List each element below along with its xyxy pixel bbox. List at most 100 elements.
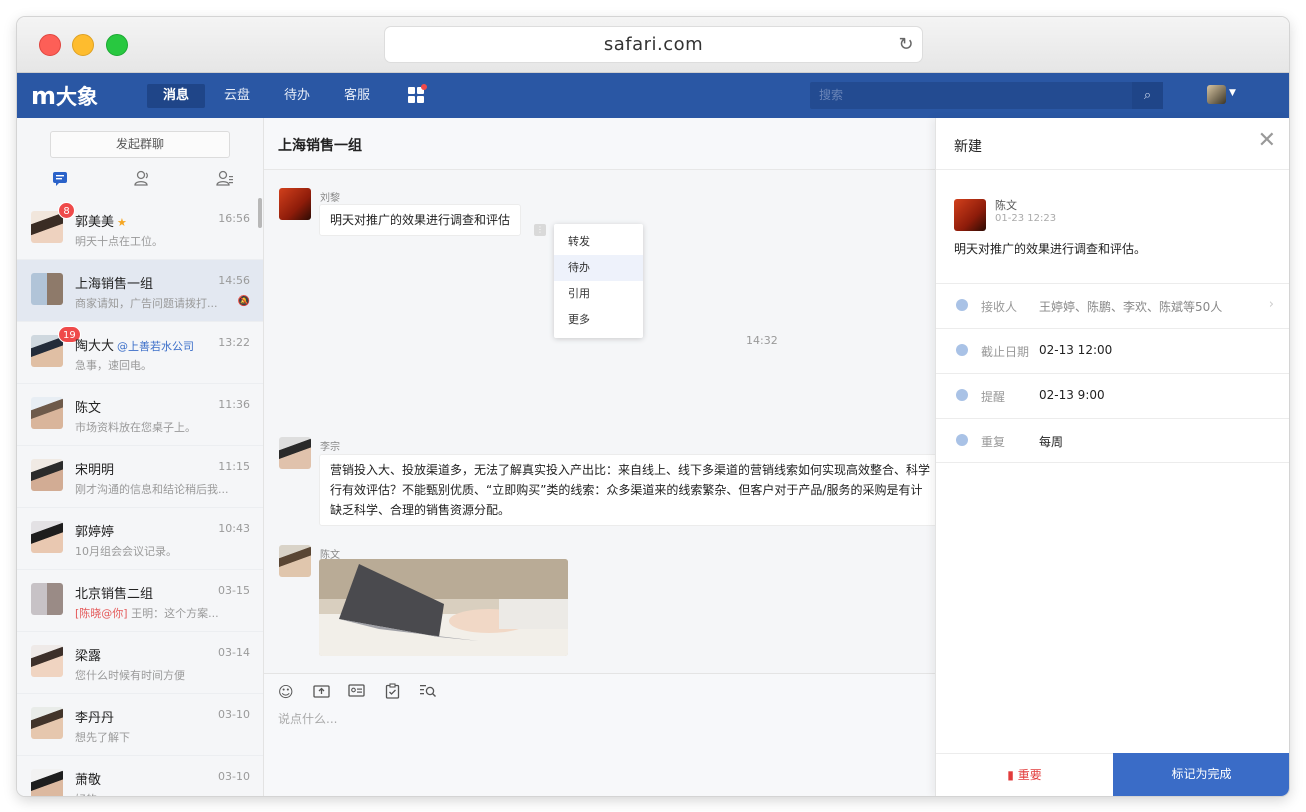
todo-content: 明天对推广的效果进行调查和评估。 (954, 242, 1147, 256)
clipboard-todo-icon[interactable] (385, 683, 400, 703)
search-input[interactable]: 搜索 (810, 82, 1163, 109)
conversation-item[interactable]: 上海销售一组 14:56 商家请知，广告问题请拨打... 🔕 (17, 260, 263, 322)
menu-item-more[interactable]: 更多 (554, 307, 643, 333)
conversation-time: 16:56 (218, 212, 250, 225)
conversation-preview: [陈晓@你] 王明：这个方案... (75, 605, 219, 621)
conversation-item[interactable]: 8 郭美美 ★ 16:56 明天十点在工位。 (17, 198, 263, 260)
search-icon[interactable]: ⌕ (1132, 82, 1163, 109)
avatar[interactable] (279, 188, 311, 220)
conversation-name: 上海销售一组 (75, 277, 154, 292)
people-icon (956, 299, 968, 311)
menu-item-forward[interactable]: 转发 (554, 229, 643, 255)
conversation-name: 宋明明 (75, 463, 115, 478)
conversation-item[interactable]: 宋明明 11:15 刚才沟通的信息和结论稍后我... (17, 446, 263, 508)
conversation-name: 梁露 (75, 649, 102, 664)
reminder-field[interactable]: 提醒 02-13 9:00 (936, 373, 1289, 418)
message-more-icon[interactable]: ⋮ (534, 224, 546, 236)
close-icon[interactable]: ✕ (1258, 130, 1276, 152)
tab-customer-service[interactable]: 客服 (335, 84, 379, 108)
business-card-icon[interactable] (348, 683, 365, 702)
conversation-item[interactable]: 陈文 11:36 市场资料放在您桌子上。 (17, 384, 263, 446)
new-todo-panel: 新建 ✕ 陈文 01-23 12:23 明天对推广的效果进行调查和评估。 接收人… (935, 118, 1289, 796)
tab-messages[interactable]: 消息 (147, 84, 205, 108)
conversation-time: 03-14 (218, 646, 250, 659)
zoom-window-button[interactable] (106, 34, 128, 56)
minimize-window-button[interactable] (72, 34, 94, 56)
message-line: 营销投入大、投放渠道多，无法了解真实投入产出比：来自线上、线下多渠道的营销线索如… (330, 463, 931, 477)
avatar (31, 459, 63, 491)
field-value: 每周 (1039, 435, 1064, 449)
chat-area: 上海销售一组 刘黎 明天对推广的效果进行调查和评估 ⋮ 转发 待办 引用 更多 … (264, 118, 935, 796)
organization-tag: @上善若水公司 (117, 340, 195, 353)
chevron-down-icon[interactable]: ▼ (1229, 88, 1236, 98)
tab-todo[interactable]: 待办 (275, 84, 319, 108)
user-avatar[interactable] (1207, 85, 1226, 104)
message-bubble[interactable]: 营销投入大、投放渠道多，无法了解真实投入产出比：来自线上、线下多渠道的营销线索如… (319, 454, 935, 526)
message-bubble[interactable]: 明天对推广的效果进行调查和评估 (319, 204, 522, 236)
avatar (31, 707, 63, 739)
conversation-preview: 明天十点在工位。 (75, 235, 163, 248)
message-line: 缺乏科学、合理的销售资源分配。 (330, 503, 511, 517)
conversation-item[interactable]: 北京销售二组 03-15 [陈晓@你] 王明：这个方案... (17, 570, 263, 632)
bookmark-icon: ▮ (1007, 768, 1014, 782)
conversation-item[interactable]: 萧敬 03-10 好的 (17, 756, 263, 796)
sidebar-scrollbar[interactable] (258, 198, 262, 228)
message-sender: 李宗 (320, 442, 340, 453)
tab-cloud-drive[interactable]: 云盘 (215, 84, 259, 108)
app-logo[interactable]: m 大象 (31, 81, 98, 111)
conversation-time: 03-15 (218, 584, 250, 597)
clock-icon (956, 344, 968, 356)
repeat-field[interactable]: 重复 每周 (936, 418, 1289, 463)
conversation-item[interactable]: 郭婷婷 10:43 10月组会会议记录。 (17, 508, 263, 570)
emoji-icon[interactable]: ☺ (278, 683, 294, 701)
avatar[interactable] (279, 437, 311, 469)
mark-complete-button[interactable]: 标记为完成 (1113, 753, 1289, 796)
contacts-icon[interactable] (127, 170, 157, 192)
address-bar[interactable]: safari.com ↻ (385, 27, 922, 62)
conversation-item[interactable]: 梁露 03-14 您什么时候有时间方便 (17, 632, 263, 694)
close-window-button[interactable] (39, 34, 61, 56)
conversation-time: 11:15 (218, 460, 250, 473)
browser-window: safari.com ↻ m 大象 消息 云盘 待办 客服 搜索 ⌕ ▼ 发起群… (17, 17, 1289, 796)
conversation-time: 11:36 (218, 398, 250, 411)
chat-bubble-icon[interactable] (45, 170, 75, 192)
deadline-field[interactable]: 截止日期 02-13 12:00 (936, 328, 1289, 373)
start-group-chat-button[interactable]: 发起群聊 (50, 131, 230, 158)
conversation-preview: 市场资料放在您桌子上。 (75, 421, 196, 434)
star-icon: ★ (117, 216, 127, 229)
menu-item-quote[interactable]: 引用 (554, 281, 643, 307)
message-line: 行有效评估？不能甄别优质、“立即购买”类的线索：众多渠道来的线索繁杂、但客户对于… (330, 483, 923, 497)
field-label: 重复 (981, 435, 1006, 449)
search-history-icon[interactable] (419, 683, 437, 702)
conversation-preview: 想先了解下 (75, 731, 130, 744)
avatar (31, 397, 63, 429)
avatar (31, 335, 63, 367)
recipients-field[interactable]: 接收人 王婷婷、陈鹏、李欢、陈斌等50人 › (936, 283, 1289, 328)
chat-title: 上海销售一组 (278, 138, 362, 154)
message-composer: ☺ 说点什么... (264, 673, 935, 796)
conversation-item[interactable]: 李丹丹 03-10 想先了解下 (17, 694, 263, 756)
conversation-preview: 好的 (75, 791, 97, 796)
upload-file-icon[interactable] (313, 683, 330, 702)
conversation-list: 8 郭美美 ★ 16:56 明天十点在工位。 上海销售一组 14:56 商家请知，… (17, 198, 263, 796)
conversation-name-text: 郭美美 (75, 215, 115, 230)
mark-important-button[interactable]: ▮ 重要 (936, 753, 1113, 796)
reload-icon[interactable]: ↻ (898, 27, 914, 62)
conversation-time: 14:56 (218, 274, 250, 287)
field-label: 接收人 (981, 300, 1018, 314)
browser-titlebar: safari.com ↻ (17, 17, 1289, 73)
menu-item-todo[interactable]: 待办 (554, 255, 643, 281)
created-time: 01-23 12:23 (995, 213, 1057, 224)
org-contacts-icon[interactable] (210, 170, 240, 192)
logo-mark: m (31, 82, 56, 110)
conversation-preview: 刚才沟通的信息和结论稍后我... (75, 483, 229, 496)
message-context-menu: 转发 待办 引用 更多 (554, 224, 643, 338)
conversation-name: 郭婷婷 (75, 525, 115, 540)
notification-dot (421, 84, 427, 90)
unread-badge: 8 (58, 202, 75, 219)
apps-grid-icon[interactable] (408, 84, 427, 103)
avatar[interactable] (279, 545, 311, 577)
image-message[interactable] (319, 559, 568, 656)
conversation-item[interactable]: 19 陶大大 @上善若水公司 13:22 急事，速回电。 (17, 322, 263, 384)
message-input[interactable]: 说点什么... (278, 710, 337, 727)
